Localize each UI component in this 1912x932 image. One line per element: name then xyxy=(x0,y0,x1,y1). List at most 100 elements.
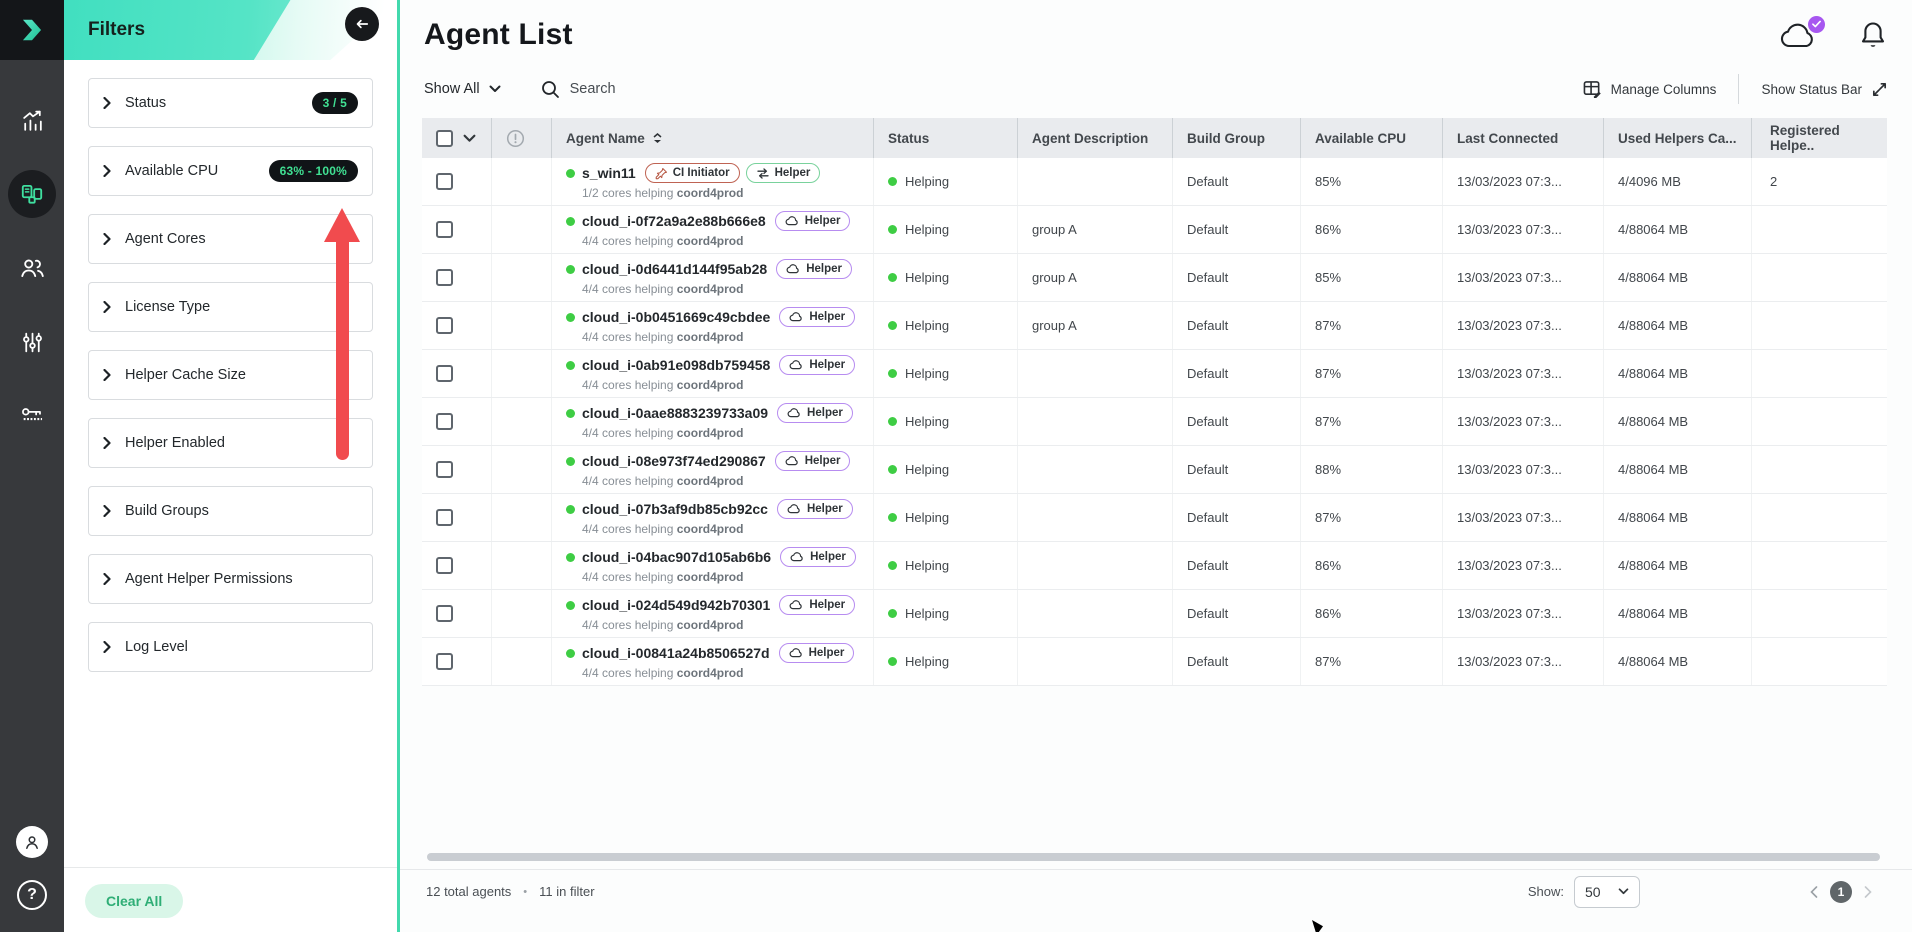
next-page-icon[interactable] xyxy=(1864,886,1872,898)
last-connected-cell: 13/03/2023 07:3... xyxy=(1443,446,1604,493)
status-text: Helping xyxy=(905,462,949,477)
rail-item-analytics[interactable] xyxy=(8,96,56,144)
available-cpu-cell: 86% xyxy=(1301,542,1443,589)
column-header-build-group[interactable]: Build Group xyxy=(1173,118,1301,158)
toolbar-divider xyxy=(1738,74,1739,104)
helper-green-badge: Helper xyxy=(746,163,821,183)
row-checkbox[interactable] xyxy=(436,173,453,190)
header-expand-chevron-icon[interactable] xyxy=(463,134,476,143)
rail-item-settings-sliders[interactable] xyxy=(8,318,56,366)
agent-description-cell xyxy=(1018,398,1173,445)
table-row[interactable]: cloud_i-0ab91e098db759458 Helper 4/4 cor… xyxy=(422,350,1887,398)
column-header-registered-helpers[interactable]: Registered Helpe.. xyxy=(1752,118,1887,158)
column-header-used-helpers[interactable]: Used Helpers Ca... xyxy=(1604,118,1752,158)
status-text: Helping xyxy=(905,270,949,285)
search-input[interactable] xyxy=(570,81,760,97)
current-page-badge[interactable]: 1 xyxy=(1830,881,1852,903)
page-title: Agent List xyxy=(424,18,1912,52)
row-checkbox[interactable] xyxy=(436,557,453,574)
agent-badges: Helper xyxy=(777,403,853,423)
table-row[interactable]: cloud_i-0d6441d144f95ab28 Helper 4/4 cor… xyxy=(422,254,1887,302)
filter-item[interactable]: Status 3 / 5 xyxy=(88,78,373,128)
prev-page-icon[interactable] xyxy=(1810,886,1818,898)
agent-badges: Helper xyxy=(779,595,855,615)
row-checkbox[interactable] xyxy=(436,605,453,622)
table-row[interactable]: cloud_i-08e973f74ed290867 Helper 4/4 cor… xyxy=(422,446,1887,494)
helper-purple-badge: Helper xyxy=(775,211,851,231)
rail-item-agents[interactable] xyxy=(8,170,56,218)
notifications-button[interactable] xyxy=(1860,20,1886,55)
online-status-dot xyxy=(566,265,575,274)
row-checkbox[interactable] xyxy=(436,221,453,238)
registered-helpers-cell xyxy=(1752,206,1887,253)
filter-item[interactable]: Agent Helper Permissions xyxy=(88,554,373,604)
filter-item[interactable]: License Type xyxy=(88,282,373,332)
agent-name: cloud_i-07b3af9db85cb92cc xyxy=(582,501,768,517)
column-header-agent-name[interactable]: Agent Name xyxy=(552,118,874,158)
column-header-description[interactable]: Agent Description xyxy=(1018,118,1173,158)
show-all-dropdown[interactable]: Show All xyxy=(424,81,501,97)
show-label: Show: xyxy=(1528,884,1564,899)
search-box xyxy=(541,80,760,99)
cloud-status-button[interactable] xyxy=(1778,21,1818,55)
select-all-checkbox[interactable] xyxy=(436,130,453,147)
column-header-available-cpu[interactable]: Available CPU xyxy=(1301,118,1443,158)
row-checkbox[interactable] xyxy=(436,413,453,430)
filter-item-label: Log Level xyxy=(125,639,188,655)
chevron-right-icon xyxy=(103,301,111,313)
filter-item-label: Status xyxy=(125,95,166,111)
footer-separator: • xyxy=(523,886,527,898)
filter-item[interactable]: Build Groups xyxy=(88,486,373,536)
filter-item[interactable]: Log Level xyxy=(88,622,373,672)
filter-item[interactable]: Helper Enabled xyxy=(88,418,373,468)
table-row[interactable]: cloud_i-04bac907d105ab6b6 Helper 4/4 cor… xyxy=(422,542,1887,590)
row-checkbox[interactable] xyxy=(436,269,453,286)
page-size-select[interactable]: 50 xyxy=(1574,876,1640,908)
collapse-filters-button[interactable] xyxy=(345,7,379,41)
row-checkbox[interactable] xyxy=(436,365,453,382)
show-status-bar-button[interactable]: Show Status Bar xyxy=(1761,81,1888,98)
table-body: s_win11 CI InitiatorHelper 1/2 cores hel… xyxy=(422,158,1887,686)
horizontal-scrollbar[interactable] xyxy=(427,853,1880,861)
agent-description-cell xyxy=(1018,494,1173,541)
row-checkbox[interactable] xyxy=(436,317,453,334)
chevron-right-icon xyxy=(103,505,111,517)
table-row[interactable]: cloud_i-0b0451669c49cbdee Helper 4/4 cor… xyxy=(422,302,1887,350)
cloud-icon xyxy=(789,312,804,322)
table-row[interactable]: cloud_i-0aae8883239733a09 Helper 4/4 cor… xyxy=(422,398,1887,446)
user-avatar[interactable] xyxy=(16,826,48,858)
column-header-last-connected[interactable]: Last Connected xyxy=(1443,118,1604,158)
column-header-status[interactable]: Status xyxy=(874,118,1018,158)
table-row[interactable]: cloud_i-024d549d942b70301 Helper 4/4 cor… xyxy=(422,590,1887,638)
filter-item[interactable]: Agent Cores xyxy=(88,214,373,264)
rail-item-license-key[interactable] xyxy=(8,392,56,440)
online-status-dot xyxy=(566,553,575,562)
table-row[interactable]: cloud_i-07b3af9db85cb92cc Helper 4/4 cor… xyxy=(422,494,1887,542)
filters-header: Filters xyxy=(64,0,397,60)
row-checkbox[interactable] xyxy=(436,653,453,670)
cloud-icon xyxy=(786,264,801,274)
filter-item[interactable]: Available CPU 63% - 100% xyxy=(88,146,373,196)
agent-subtext: 4/4 cores helping coord4prod xyxy=(566,426,743,440)
status-text: Helping xyxy=(905,414,949,429)
table-row[interactable]: cloud_i-0f72a9a2e88b666e8 Helper 4/4 cor… xyxy=(422,206,1887,254)
cloud-icon xyxy=(789,600,804,610)
clear-all-button[interactable]: Clear All xyxy=(85,884,183,918)
agent-name: s_win11 xyxy=(582,165,636,181)
sort-icon[interactable] xyxy=(653,133,662,144)
agent-badges: Helper xyxy=(777,499,853,519)
agent-name: cloud_i-0b0451669c49cbdee xyxy=(582,309,770,325)
filter-item[interactable]: Helper Cache Size xyxy=(88,350,373,400)
rail-items xyxy=(8,96,56,440)
row-checkbox[interactable] xyxy=(436,461,453,478)
app-logo[interactable] xyxy=(0,0,64,60)
registered-helpers-cell xyxy=(1752,350,1887,397)
agent-name: cloud_i-024d549d942b70301 xyxy=(582,597,770,613)
left-nav-rail: ? xyxy=(0,0,64,932)
help-button[interactable]: ? xyxy=(17,880,47,910)
row-checkbox[interactable] xyxy=(436,509,453,526)
table-row[interactable]: s_win11 CI InitiatorHelper 1/2 cores hel… xyxy=(422,158,1887,206)
manage-columns-button[interactable]: Manage Columns xyxy=(1583,80,1717,98)
table-row[interactable]: cloud_i-00841a24b8506527d Helper 4/4 cor… xyxy=(422,638,1887,686)
rail-item-users[interactable] xyxy=(8,244,56,292)
